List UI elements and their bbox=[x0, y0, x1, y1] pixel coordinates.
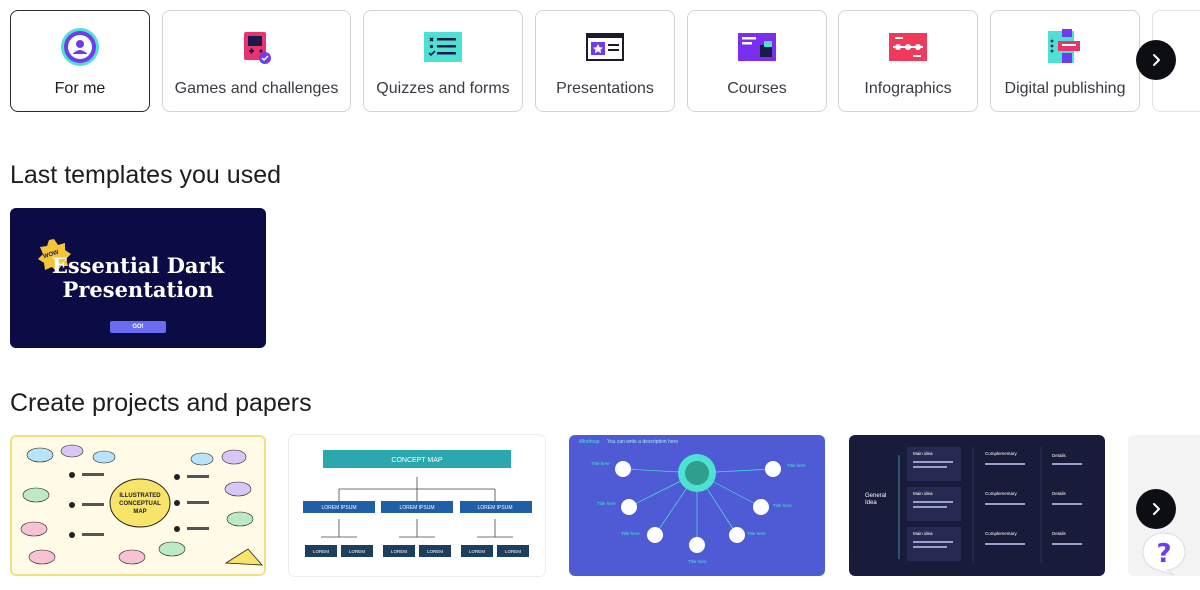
digital-publishing-icon bbox=[1045, 29, 1085, 65]
mindmap-header-sub: You can write a description here bbox=[607, 439, 678, 445]
col-main-idea: Main idea bbox=[913, 491, 933, 496]
map-title-line1: ILLUSTRATED bbox=[119, 493, 161, 499]
category-games[interactable]: Games and challenges bbox=[162, 10, 351, 112]
chevron-right-icon bbox=[1153, 54, 1160, 66]
category-label: Infographics bbox=[864, 80, 952, 97]
user-circle-icon bbox=[60, 28, 100, 66]
concept-box-label: LOREM IPSUM bbox=[477, 505, 512, 511]
project-card-mindmap[interactable]: Mindmap You can write a description here… bbox=[569, 435, 825, 576]
general-idea-title-line2: Idea bbox=[865, 500, 877, 506]
projects-next-button[interactable] bbox=[1136, 489, 1176, 529]
col-main-idea: Main idea bbox=[913, 451, 933, 456]
concept-box-label: LOREM IPSUM bbox=[399, 505, 434, 511]
category-strip: For me Games and challenges Quizzes and … bbox=[10, 10, 1200, 112]
map-title-line3: MAP bbox=[133, 509, 146, 515]
template-title-line1: Essential Dark bbox=[51, 253, 225, 278]
concept-leaf-label: LOREM bbox=[505, 549, 521, 554]
map-title-line2: CONCEPTUAL bbox=[119, 501, 161, 507]
category-infographics[interactable]: Infographics bbox=[838, 10, 978, 112]
col-complementary: Complementary bbox=[985, 451, 1018, 456]
category-quizzes[interactable]: Quizzes and forms bbox=[363, 10, 523, 112]
col-complementary: Complementary bbox=[985, 491, 1018, 496]
infographic-icon bbox=[888, 29, 928, 65]
category-label: For me bbox=[54, 80, 106, 97]
col-details: Details bbox=[1052, 531, 1067, 536]
col-complementary: Complementary bbox=[985, 531, 1018, 536]
mindmap-header: Mindmap bbox=[579, 439, 600, 445]
template-go-button: GO! bbox=[110, 321, 166, 333]
mindmap-node-label: Title here bbox=[773, 503, 792, 508]
section-title-last-used: Last templates you used bbox=[10, 161, 281, 189]
help-button[interactable]: ? bbox=[1140, 530, 1188, 576]
game-console-icon bbox=[237, 29, 277, 65]
illustrated-map-thumbnail: ILLUSTRATED CONCEPTUAL MAP bbox=[12, 437, 264, 574]
category-presentations[interactable]: Presentations bbox=[535, 10, 675, 112]
concept-map-thumbnail: CONCEPT MAP LOREM IPSUM LOREM IPSUM LORE… bbox=[303, 450, 532, 557]
mindmap-node-label: Title here bbox=[591, 461, 610, 466]
concept-leaf-label: LOREM bbox=[427, 549, 443, 554]
concept-leaf-label: LOREM bbox=[349, 549, 365, 554]
concept-box-label: LOREM IPSUM bbox=[321, 505, 356, 511]
general-idea-thumbnail: General Idea Main idea Main idea Main id… bbox=[865, 447, 1082, 563]
concept-leaf-label: LOREM bbox=[469, 549, 485, 554]
help-question-icon: ? bbox=[1142, 532, 1186, 576]
concept-leaf-label: LOREM bbox=[313, 549, 329, 554]
col-main-idea: Main idea bbox=[913, 531, 933, 536]
presentation-icon bbox=[585, 29, 625, 65]
mindmap-node-label: Title here bbox=[597, 501, 616, 506]
mindmap-node-label: Title here bbox=[747, 531, 766, 536]
col-details: Details bbox=[1052, 453, 1067, 458]
checklist-icon bbox=[423, 29, 463, 65]
template-title: Essential Dark Presentation bbox=[10, 254, 266, 302]
section-title-projects: Create projects and papers bbox=[10, 389, 312, 417]
general-idea-title-line1: General bbox=[865, 493, 886, 499]
project-card-general-idea[interactable]: General Idea Main idea Main idea Main id… bbox=[849, 435, 1105, 576]
category-courses[interactable]: Courses bbox=[687, 10, 827, 112]
course-icon bbox=[737, 29, 777, 65]
mindmap-node-label: Title here bbox=[787, 463, 806, 468]
category-label: Presentations bbox=[556, 80, 654, 97]
template-title-line2: Presentation bbox=[62, 277, 214, 302]
mindmap-node-label: Title here bbox=[688, 559, 707, 564]
concept-map-header: CONCEPT MAP bbox=[391, 457, 443, 464]
mindmap-node-label: Title here bbox=[621, 531, 640, 536]
project-card-illustrated-map[interactable]: ILLUSTRATED CONCEPTUAL MAP bbox=[10, 435, 266, 576]
categories-next-button[interactable] bbox=[1136, 40, 1176, 80]
category-label: Courses bbox=[727, 80, 787, 97]
col-details: Details bbox=[1052, 491, 1067, 496]
svg-text:?: ? bbox=[1156, 539, 1171, 569]
category-label: Digital publishing bbox=[1004, 80, 1126, 97]
mindmap-thumbnail: Mindmap You can write a description here… bbox=[579, 439, 806, 564]
category-label: Games and challenges bbox=[174, 80, 339, 97]
category-for-me[interactable]: For me bbox=[10, 10, 150, 112]
concept-leaf-label: LOREM bbox=[391, 549, 407, 554]
category-label: Quizzes and forms bbox=[376, 80, 510, 97]
category-digital-publishing[interactable]: Digital publishing bbox=[990, 10, 1140, 112]
last-template-card[interactable]: WOW Essential Dark Presentation GO! bbox=[10, 208, 266, 348]
chevron-right-icon bbox=[1153, 503, 1160, 515]
project-card-concept-map[interactable]: CONCEPT MAP LOREM IPSUM LOREM IPSUM LORE… bbox=[289, 435, 545, 576]
